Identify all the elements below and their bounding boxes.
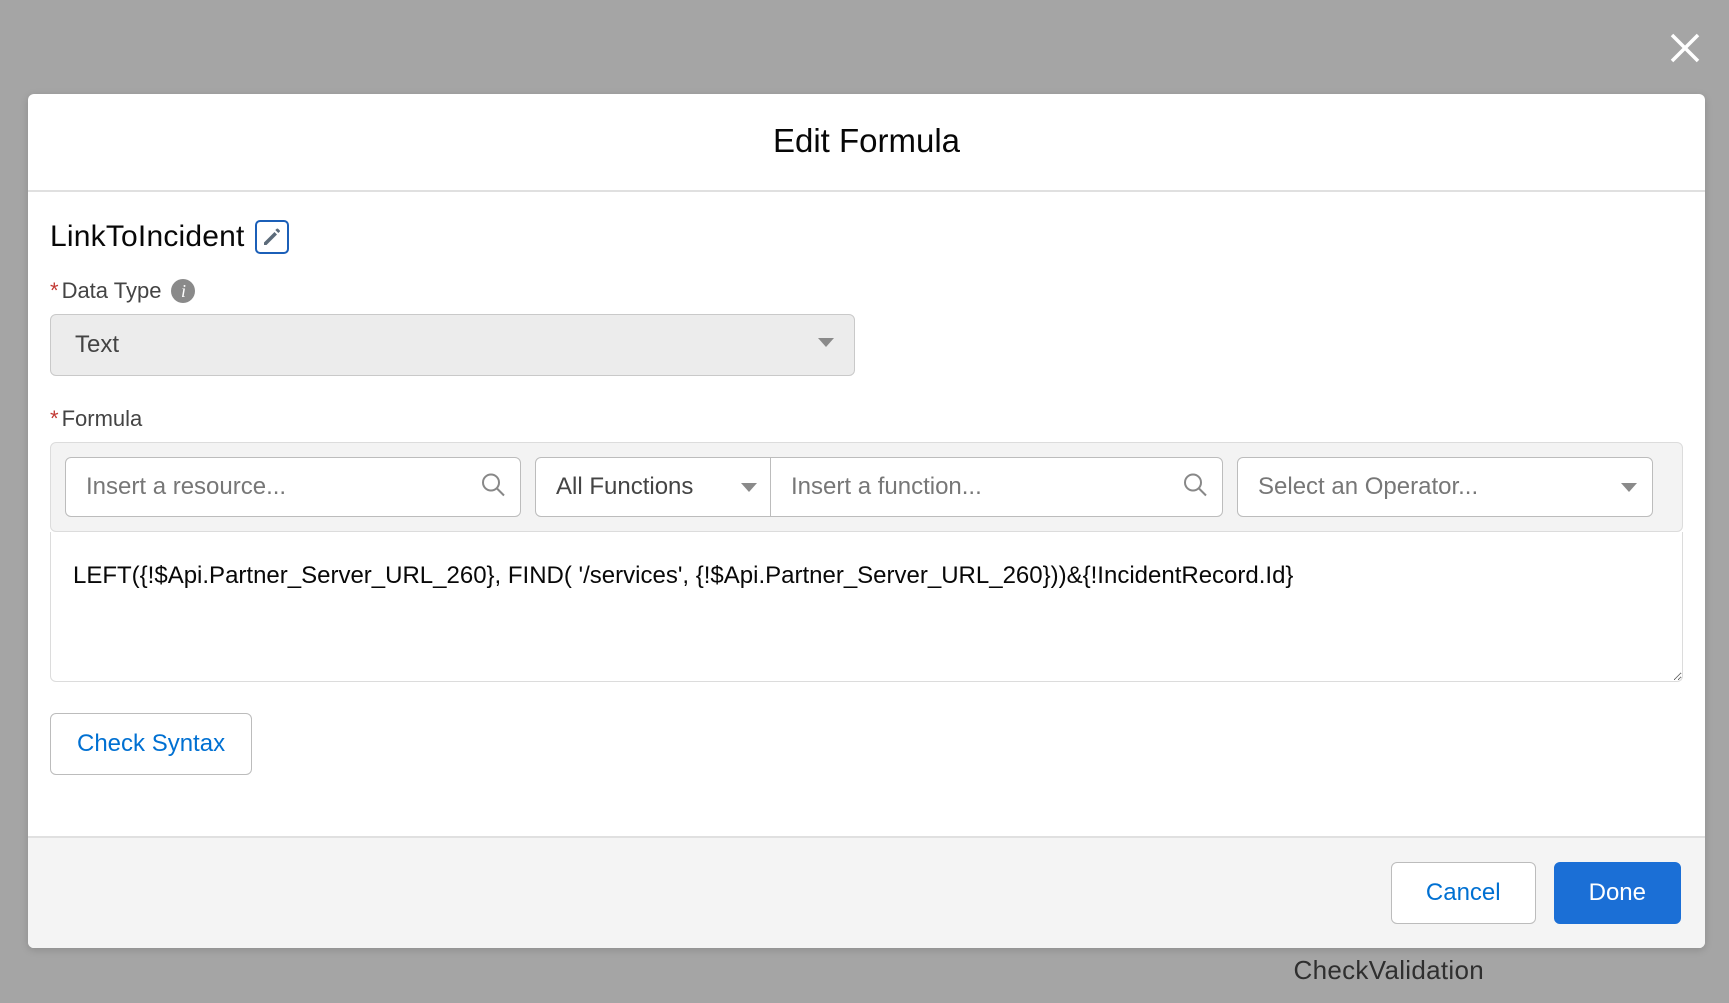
info-icon[interactable]: i [171, 279, 195, 303]
data-type-value: Text [75, 331, 119, 359]
formula-textarea[interactable] [50, 532, 1683, 682]
done-button[interactable]: Done [1554, 862, 1681, 924]
formula-toolbar: All Functions Select an Operator... [50, 442, 1683, 532]
modal-title: Edit Formula [773, 122, 960, 159]
function-category-select[interactable]: All Functions [536, 458, 771, 516]
chevron-down-icon [1620, 473, 1638, 501]
check-syntax-button[interactable]: Check Syntax [50, 713, 252, 775]
modal-header: Edit Formula [28, 94, 1705, 192]
search-icon [1182, 472, 1208, 503]
operator-placeholder: Select an Operator... [1258, 473, 1478, 501]
edit-formula-modal: Edit Formula LinkToIncident *Data Type i… [28, 94, 1705, 948]
chevron-down-icon [740, 473, 758, 501]
function-lookup[interactable] [771, 458, 1222, 516]
data-type-label: *Data Type [50, 278, 161, 304]
modal-body: LinkToIncident *Data Type i Text *Formul… [28, 192, 1705, 836]
pencil-icon [262, 227, 282, 247]
cancel-button[interactable]: Cancel [1391, 862, 1536, 924]
close-icon [1668, 31, 1702, 65]
function-input[interactable] [771, 458, 1222, 516]
resource-lookup[interactable] [65, 457, 521, 517]
function-category-value: All Functions [556, 473, 693, 501]
formula-label: *Formula [50, 406, 142, 432]
edit-name-button[interactable] [255, 220, 289, 254]
data-type-select[interactable]: Text [50, 314, 855, 376]
resource-input[interactable] [66, 458, 520, 516]
background-text: CheckValidation [1294, 955, 1484, 986]
close-button[interactable] [1663, 26, 1707, 70]
function-group: All Functions [535, 457, 1223, 517]
formula-name: LinkToIncident [50, 220, 245, 254]
modal-footer: Cancel Done [28, 836, 1705, 948]
operator-select[interactable]: Select an Operator... [1237, 457, 1653, 517]
